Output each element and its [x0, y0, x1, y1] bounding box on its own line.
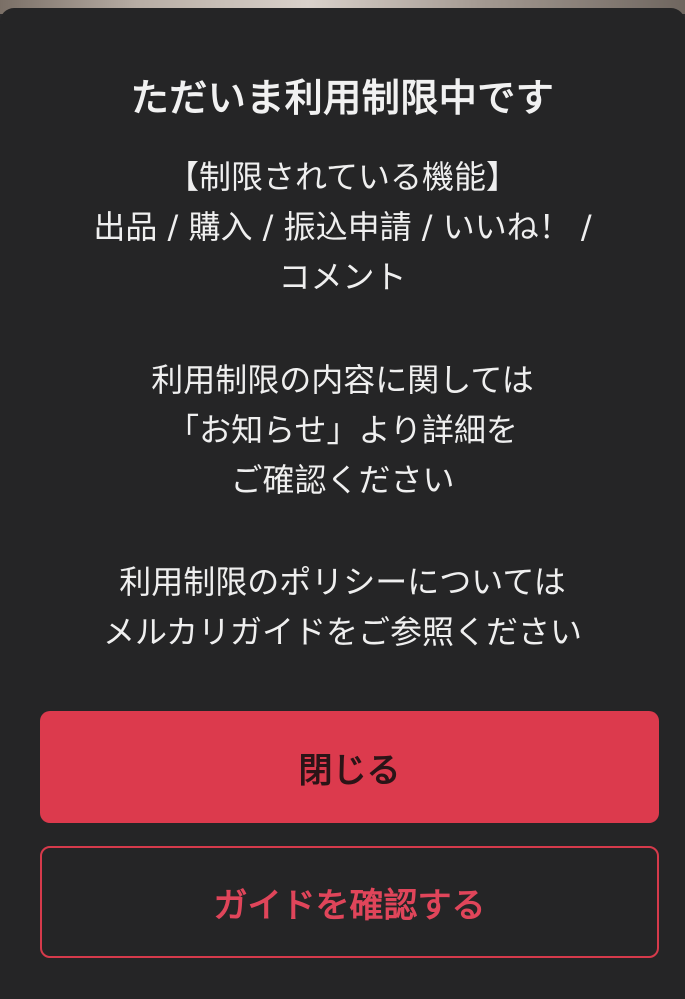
notice-line-3: ご確認ください: [230, 461, 455, 499]
restricted-features-heading: 【制限されている機能】: [166, 158, 519, 196]
close-button[interactable]: 閉じる: [40, 711, 659, 823]
policy-line-1: 利用制限のポリシーについては: [119, 563, 566, 601]
notice-line-2: 「お知らせ」より詳細を: [167, 411, 518, 449]
notice-text: 利用制限の内容に関しては 「お知らせ」より詳細を ご確認ください: [30, 355, 655, 505]
screen: ただいま利用制限中です 【制限されている機能】 出品 / 購入 / 振込申請 /…: [0, 0, 685, 999]
restricted-features-text: 【制限されている機能】 出品 / 購入 / 振込申請 / いいね！ / コメント: [30, 152, 655, 302]
notice-line-1: 利用制限の内容に関しては: [151, 361, 534, 399]
restricted-features-list-line-2: コメント: [278, 258, 407, 296]
dialog-title: ただいま利用制限中です: [130, 76, 555, 120]
policy-text: 利用制限のポリシーについては メルカリガイドをご参照ください: [30, 557, 655, 657]
view-guide-button[interactable]: ガイドを確認する: [40, 846, 659, 958]
policy-line-2: メルカリガイドをご参照ください: [102, 613, 583, 651]
restricted-features-list-line-1: 出品 / 購入 / 振込申請 / いいね！ /: [93, 208, 592, 246]
